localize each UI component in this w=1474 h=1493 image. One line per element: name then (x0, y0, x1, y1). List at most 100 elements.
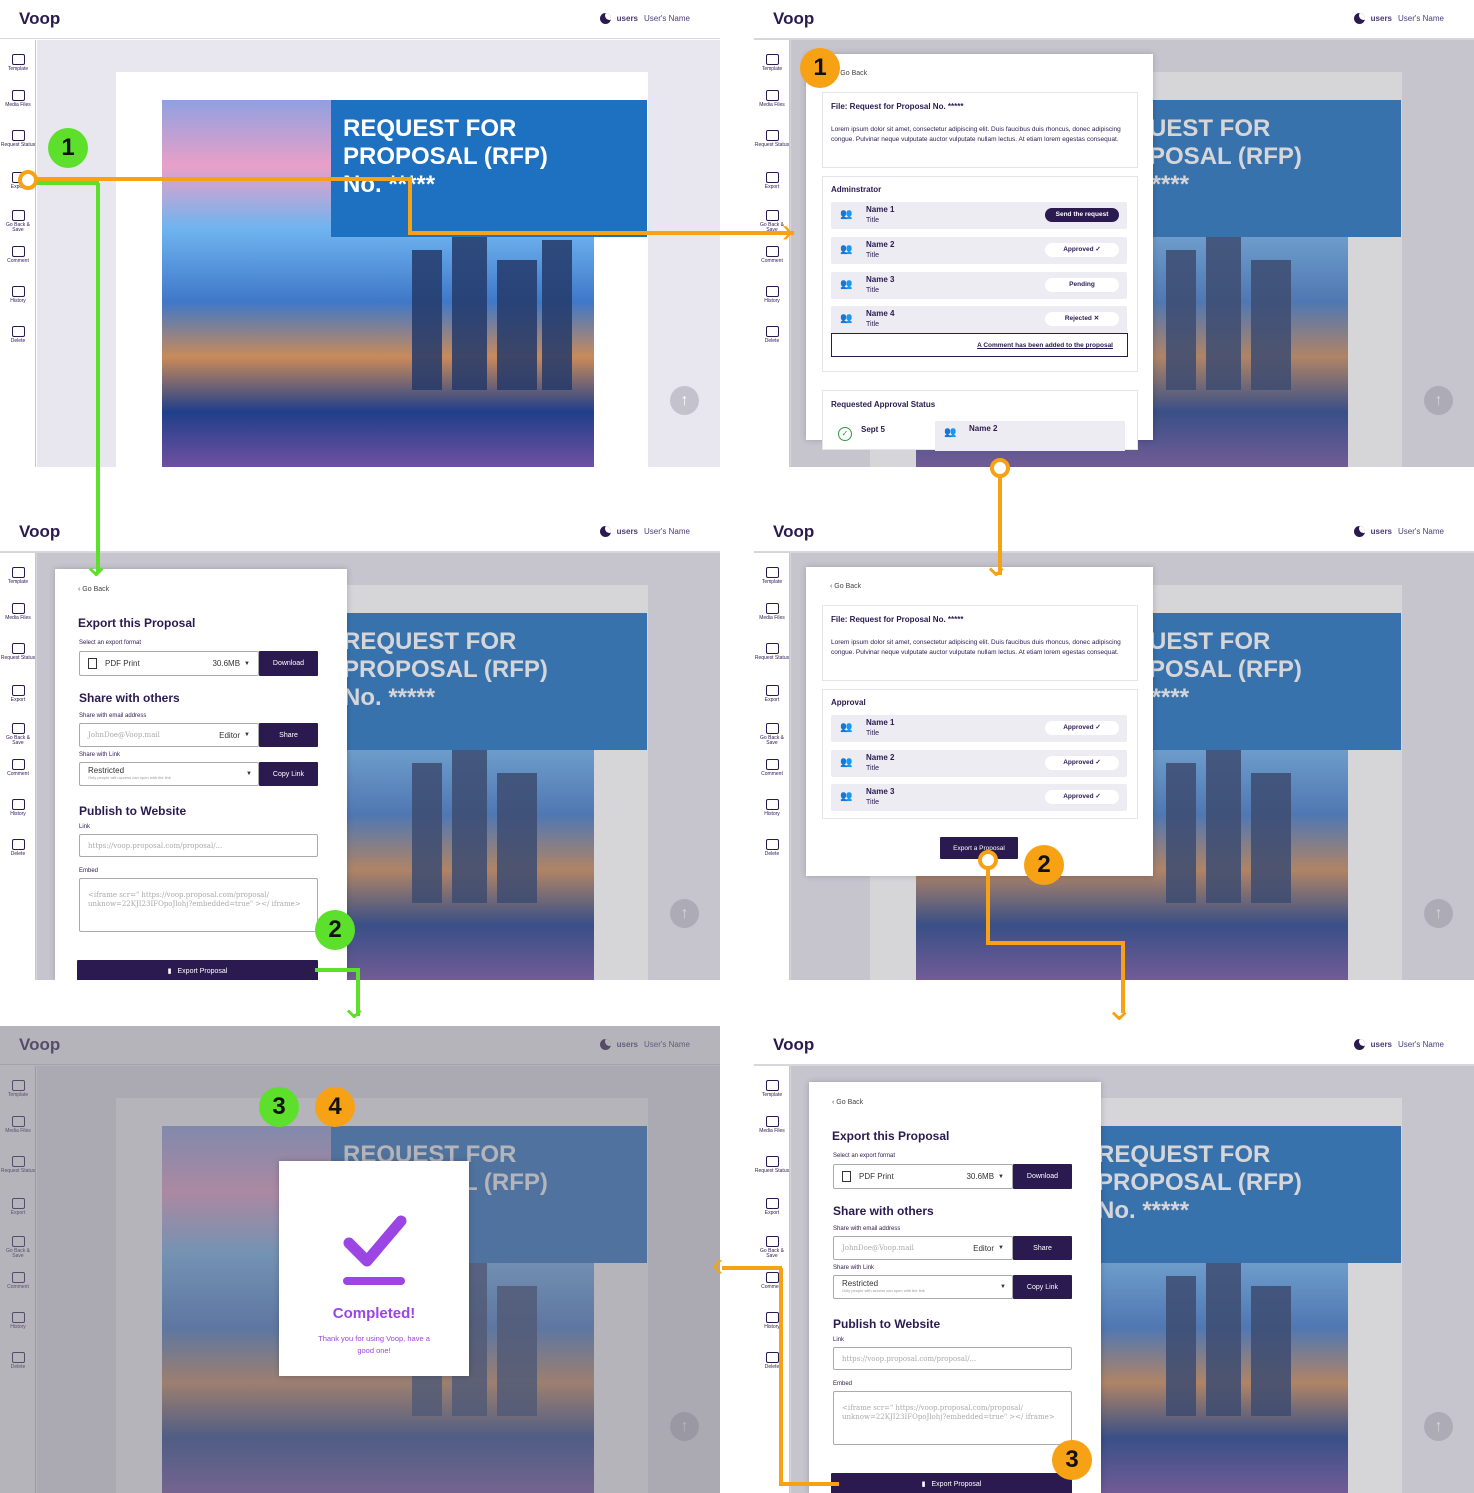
sidebar-item-delete[interactable]: Delete (754, 839, 790, 857)
sidebar-item-history[interactable]: History (0, 799, 36, 817)
sidebar-item-history[interactable]: History (754, 286, 790, 304)
download-button[interactable]: Download (1013, 1164, 1072, 1189)
sidebar-item-delete[interactable]: Delete (754, 1352, 790, 1370)
sidebar-item-template[interactable]: Template (0, 54, 36, 72)
theme-toggle-icon[interactable] (1353, 526, 1365, 537)
send-request-button[interactable]: Send the request (1045, 208, 1119, 222)
export-proposal-button[interactable]: ▮ Export Proposal (831, 1473, 1072, 1493)
user-menu[interactable]: users User's Name (599, 13, 690, 24)
sidebar-item-comment[interactable]: Comment (0, 246, 36, 264)
theme-toggle-icon[interactable] (599, 526, 611, 537)
sidebar-item-request-status[interactable]: Request Status (754, 643, 790, 661)
sidebar-item-request-status[interactable]: Request Status (754, 130, 790, 148)
people-icon: 👥 (840, 791, 853, 802)
flow-arrow-icon: ⌄ (982, 546, 1011, 584)
request-panel: ‹ Go Back File: Request for Proposal No.… (806, 54, 1153, 451)
file-card: File: Request for Proposal No. ***** Lor… (822, 92, 1138, 168)
sidebar-item-comment[interactable]: Comment (0, 759, 36, 777)
sidebar-item-label: Request Status (0, 142, 36, 148)
export-icon (765, 1198, 779, 1209)
link-access-select[interactable]: Restricted Only people with access can o… (833, 1275, 1013, 1299)
sidebar-item-media-files[interactable]: Media Files (0, 90, 36, 108)
theme-toggle-icon[interactable] (599, 13, 611, 24)
sidebar-item-go-back-save[interactable]: Go Back & Save (0, 210, 36, 233)
sidebar-item-media-files[interactable]: Media Files (754, 90, 790, 108)
email-input[interactable]: JohnDoe@Voop.mail Editor ▼ (79, 723, 259, 747)
sidebar-item-template[interactable]: Template (754, 567, 790, 585)
link-input[interactable]: https://voop.proposal.com/proposal/... (833, 1347, 1072, 1370)
sidebar-item-media-files[interactable]: Media Files (754, 603, 790, 621)
sidebar-item-history[interactable]: History (0, 286, 36, 304)
sidebar-item-delete[interactable]: Delete (0, 326, 36, 344)
sidebar-item-go-back-save[interactable]: Go Back & Save (0, 723, 36, 746)
link-access-help: Only people with access can open with th… (842, 1288, 925, 1293)
scroll-up-icon[interactable]: ↑ (670, 386, 699, 415)
step-badge: 2 (1024, 845, 1064, 885)
user-menu[interactable]: users User's Name (1353, 13, 1444, 24)
link-access-value: Restricted (88, 766, 125, 775)
go-back-link[interactable]: ‹ Go Back (832, 1099, 863, 1106)
sidebar-item-export[interactable]: Export (754, 685, 790, 703)
file-icon (842, 1171, 851, 1182)
theme-toggle-icon[interactable] (1353, 13, 1365, 24)
sidebar-item-request-status[interactable]: Request Status (754, 1156, 790, 1174)
embed-textarea[interactable]: <iframe scr=" https://voop.proposal.com/… (833, 1391, 1072, 1445)
sidebar-item-export[interactable]: Export (0, 685, 36, 703)
export-icon (11, 685, 25, 696)
share-button[interactable]: Share (1013, 1236, 1072, 1260)
email-input[interactable]: JohnDoe@Voop.mail Editor ▼ (833, 1236, 1013, 1260)
embed-label: Embed (79, 868, 99, 874)
sidebar-item-template[interactable]: Template (0, 567, 36, 585)
go-back-link[interactable]: ‹ Go Back (78, 586, 109, 593)
go-back-link[interactable]: ‹ Go Back (836, 70, 867, 77)
file-size: 30.6MB (212, 659, 241, 668)
share-button[interactable]: Share (259, 723, 318, 747)
comment-notice[interactable]: A Comment has been added to the proposal (831, 333, 1128, 357)
format-select[interactable]: PDF Print 30.6MB ▼ (833, 1164, 1013, 1189)
file-description: Lorem ipsum dolor sit amet, consectetur … (831, 126, 1121, 143)
sidebar-item-comment[interactable]: Comment (754, 1272, 790, 1290)
theme-toggle-icon[interactable] (1353, 1039, 1365, 1050)
sidebar-item-label: Media Files (759, 615, 785, 621)
embed-textarea[interactable]: <iframe scr=" https://voop.proposal.com/… (79, 878, 318, 932)
user-menu[interactable]: users User's Name (1353, 1039, 1444, 1050)
sidebar-item-go-back-save[interactable]: Go Back & Save (754, 723, 790, 746)
sidebar-item-delete[interactable]: Delete (0, 839, 36, 857)
sidebar-item-delete[interactable]: Delete (754, 326, 790, 344)
role-select[interactable]: Editor (973, 1244, 994, 1253)
export-proposal-button[interactable]: ▮ Export Proposal (77, 960, 318, 980)
link-access-select[interactable]: Restricted Only people with access can o… (79, 762, 259, 786)
sidebar-item-history[interactable]: History (754, 799, 790, 817)
go-back-save-icon (765, 723, 779, 734)
sidebar-item-export[interactable]: Export (754, 1198, 790, 1216)
completed-title: Completed! (332, 1305, 416, 1322)
sidebar-item-template[interactable]: Template (754, 54, 790, 72)
export-title: Export this Proposal (832, 1129, 950, 1143)
approval-row: 👥 Name 3 Title Approved ✓ (831, 784, 1127, 811)
format-select[interactable]: PDF Print 30.6MB ▼ (79, 651, 259, 676)
chevron-down-icon: ▼ (246, 771, 252, 777)
sidebar-item-go-back-save[interactable]: Go Back & Save (754, 1236, 790, 1259)
sidebar-item-request-status[interactable]: Request Status (0, 130, 36, 148)
sidebar-item-template[interactable]: Template (754, 1080, 790, 1098)
template-icon (765, 567, 779, 578)
sidebar-item-media-files[interactable]: Media Files (0, 603, 36, 621)
sidebar-item-history[interactable]: History (754, 1312, 790, 1330)
user-menu[interactable]: users User's Name (599, 526, 690, 537)
copy-link-button[interactable]: Copy Link (259, 762, 318, 786)
download-button[interactable]: Download (259, 651, 318, 676)
sidebar-item-comment[interactable]: Comment (754, 759, 790, 777)
link-input[interactable]: https://voop.proposal.com/proposal/... (79, 834, 318, 857)
copy-link-button[interactable]: Copy Link (1013, 1275, 1072, 1299)
share-title: Share with others (79, 691, 180, 705)
sidebar-item-request-status[interactable]: Request Status (0, 643, 36, 661)
step-badge: 1 (800, 48, 840, 88)
approver-role: Title (866, 765, 879, 772)
role-select[interactable]: Editor (219, 731, 240, 740)
go-back-link[interactable]: ‹ Go Back (830, 583, 861, 590)
logo: Voop (19, 9, 61, 28)
sidebar-item-media-files[interactable]: Media Files (754, 1116, 790, 1134)
sidebar-item-export[interactable]: Export (754, 172, 790, 190)
file-description: Lorem ipsum dolor sit amet, consectetur … (831, 639, 1121, 656)
user-menu[interactable]: users User's Name (1353, 526, 1444, 537)
